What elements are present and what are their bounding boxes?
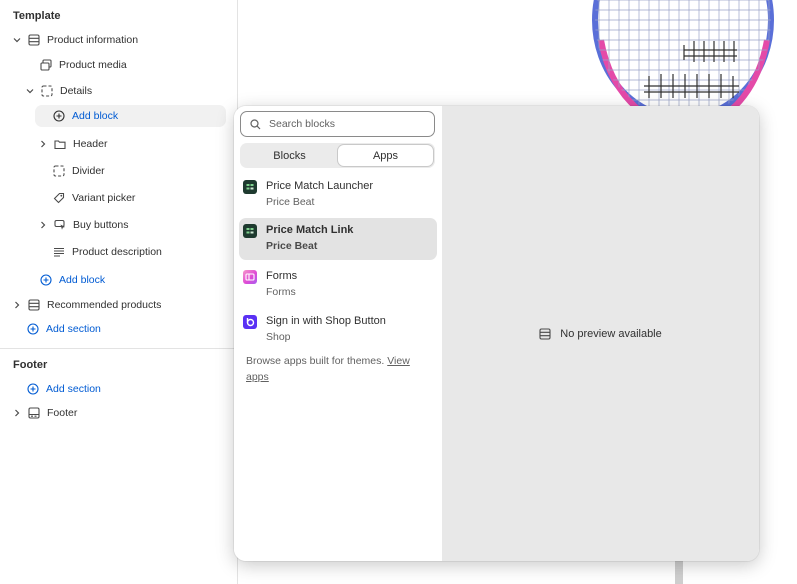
chevron-right-icon[interactable] [12, 408, 22, 418]
chevron-down-icon[interactable] [25, 86, 35, 96]
plus-circle-icon [27, 383, 39, 395]
block-preview-pane: No preview available [442, 106, 759, 561]
add-section-label: Add section [46, 383, 101, 395]
plus-circle-icon [40, 274, 52, 286]
sidebar-item-buy-buttons[interactable]: Buy buttons [38, 214, 128, 236]
media-icon [40, 59, 52, 71]
chevron-down-icon[interactable] [12, 35, 22, 45]
section-icon [28, 299, 40, 311]
no-preview-message: No preview available [539, 328, 662, 340]
app-block-item[interactable]: Sign in with Shop Button Shop [239, 309, 437, 351]
add-block-label: Add block [72, 110, 119, 122]
sidebar-item-label: Product description [72, 246, 162, 258]
sidebar-item-label: Product information [47, 34, 139, 46]
sidebar-item-label: Product media [59, 59, 127, 71]
sidebar-item-footer[interactable]: Footer [12, 402, 77, 424]
app-vendor: Forms [266, 286, 296, 298]
price-beat-icon [243, 180, 257, 194]
plus-circle-icon [53, 110, 65, 122]
browse-text: Browse apps built for themes. [246, 355, 388, 367]
blocks-apps-tabs: Blocks Apps [240, 143, 435, 168]
sidebar-item-product-description[interactable]: Product description [53, 241, 162, 263]
app-vendor: Price Beat [266, 240, 318, 252]
chevron-right-icon[interactable] [38, 139, 48, 149]
shop-icon [243, 315, 257, 329]
add-block-label: Add block [59, 274, 106, 286]
app-block-item[interactable]: Price Match Launcher Price Beat [239, 174, 437, 216]
sidebar-item-variant-picker[interactable]: Variant picker [53, 187, 135, 209]
sidebar-item-label: Details [60, 85, 93, 97]
sidebar-item-label: Header [73, 138, 108, 150]
sidebar-item-divider[interactable]: Divider [53, 160, 105, 182]
app-block-item-selected[interactable]: Price Match Link Price Beat [239, 218, 437, 260]
sidebar-item-header[interactable]: Header [38, 133, 107, 155]
add-block-button[interactable]: Add block [35, 105, 226, 127]
template-section-title: Template [13, 10, 61, 22]
sidebar-item-details[interactable]: Details [25, 80, 92, 102]
folder-icon [54, 138, 66, 150]
sidebar-item-label: Recommended products [47, 299, 162, 311]
chevron-right-icon[interactable] [38, 220, 48, 230]
sidebar-item-label: Variant picker [72, 192, 136, 204]
tag-icon [53, 192, 65, 204]
section-divider [0, 348, 238, 349]
plus-circle-icon [27, 323, 39, 335]
chevron-right-icon[interactable] [12, 300, 22, 310]
search-input[interactable]: Search blocks [240, 111, 435, 137]
section-icon [539, 327, 551, 340]
app-block-name: Forms [266, 270, 298, 282]
app-block-name: Price Match Link [266, 224, 354, 236]
app-vendor: Price Beat [266, 196, 315, 208]
block-picker-pane: Search blocks Blocks Apps Price Match La… [234, 106, 442, 561]
footer-section-title: Footer [13, 359, 48, 371]
sidebar-item-product-media[interactable]: Product media [40, 54, 127, 76]
divider-block-icon [53, 165, 65, 177]
app-block-item[interactable]: Forms Forms [239, 264, 437, 306]
footer-section-icon [28, 407, 40, 419]
price-beat-icon [243, 224, 257, 238]
forms-icon [243, 270, 257, 284]
tab-blocks[interactable]: Blocks [242, 145, 337, 166]
browse-apps-text: Browse apps built for themes. View apps [246, 353, 434, 385]
sidebar-item-recommended-products[interactable]: Recommended products [12, 294, 161, 316]
app-vendor: Shop [266, 331, 291, 343]
group-block-icon [41, 85, 53, 97]
add-section-button[interactable]: Add section [27, 318, 101, 340]
app-block-name: Price Match Launcher [266, 180, 373, 192]
add-section-label: Add section [46, 323, 101, 335]
sidebar-item-product-information[interactable]: Product information [12, 29, 138, 51]
text-lines-icon [53, 246, 65, 258]
add-section-button-footer[interactable]: Add section [27, 378, 101, 400]
add-block-button-2[interactable]: Add block [40, 269, 105, 291]
app-block-name: Sign in with Shop Button [266, 315, 386, 327]
tab-apps[interactable]: Apps [338, 145, 433, 166]
add-block-popover: Search blocks Blocks Apps Price Match La… [234, 106, 759, 561]
no-preview-label: No preview available [560, 327, 662, 340]
theme-editor-sidebar: Template Product information Product med… [0, 0, 238, 584]
search-placeholder: Search blocks [269, 118, 335, 130]
search-icon [250, 118, 261, 130]
button-cursor-icon [54, 219, 66, 231]
sidebar-item-label: Footer [47, 407, 78, 419]
sidebar-item-label: Buy buttons [73, 219, 129, 231]
sidebar-item-label: Divider [72, 165, 105, 177]
section-icon [28, 34, 40, 46]
